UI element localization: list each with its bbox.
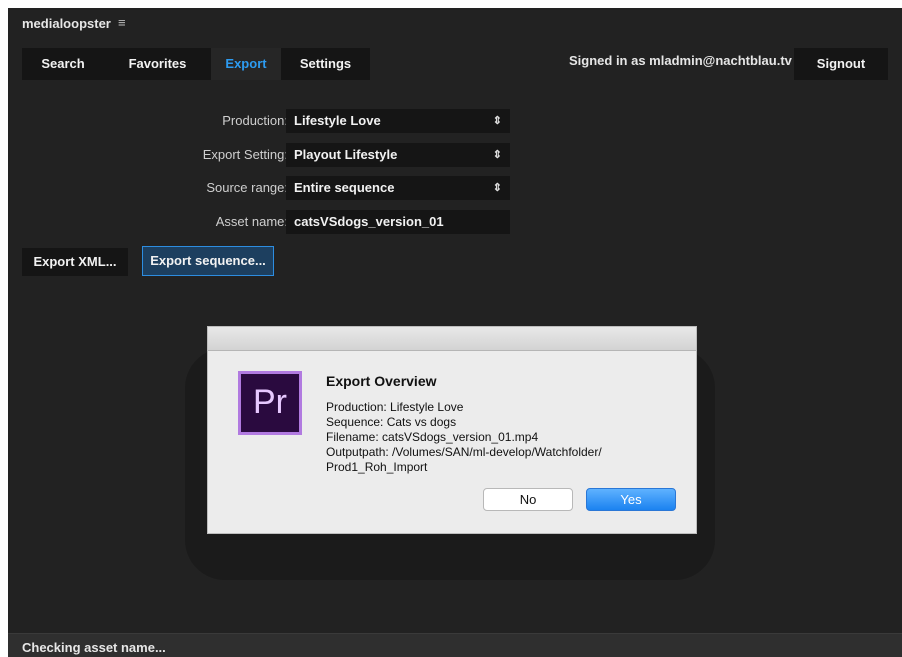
export-setting-label: Export Setting: (202, 147, 288, 162)
premiere-pro-icon: Pr (238, 371, 302, 435)
production-value: Lifestyle Love (294, 113, 381, 128)
export-setting-select[interactable]: Playout Lifestyle ⇕ (286, 143, 510, 167)
select-arrows-glyph: ⇕ (492, 182, 502, 194)
asset-name-input[interactable]: catsVSdogs_version_01 (286, 210, 510, 234)
export-setting-row: Export Setting: Playout Lifestyle ⇕ (8, 143, 528, 167)
production-row: Production: Lifestyle Love ⇕ (8, 109, 528, 133)
status-bar: Checking asset name... (8, 633, 902, 657)
dialog-sequence-line: Sequence: Cats vs dogs (326, 415, 457, 429)
select-arrows-icon: ⇕ (493, 176, 502, 201)
dialog-titlebar (208, 327, 696, 351)
tab-settings[interactable]: Settings (281, 48, 370, 80)
export-xml-button[interactable]: Export XML... (22, 248, 128, 276)
export-sequence-button[interactable]: Export sequence... (142, 246, 274, 276)
dialog-title: Export Overview (326, 373, 437, 389)
dialog-filename-line: Filename: catsVSdogs_version_01.mp4 (326, 430, 539, 444)
status-text: Checking asset name... (22, 640, 166, 655)
source-range-label: Source range: (206, 180, 288, 195)
tab-search[interactable]: Search (22, 48, 104, 80)
source-range-select[interactable]: Entire sequence ⇕ (286, 176, 510, 200)
select-arrows-icon: ⇕ (493, 109, 502, 134)
export-setting-value: Playout Lifestyle (294, 147, 398, 162)
main-tab-bar: Search Favorites Export Settings (22, 48, 370, 80)
asset-name-row: Asset name: catsVSdogs_version_01 (8, 210, 528, 234)
select-arrows-icon: ⇕ (493, 143, 502, 168)
select-arrows-glyph: ⇕ (492, 115, 502, 127)
dialog-outputpath-continued: Prod1_Roh_Import (326, 460, 428, 474)
app-header: medialoopster ≡ (8, 8, 902, 38)
signed-in-status: Signed in as mladmin@nachtblau.tv (569, 53, 792, 68)
source-range-value: Entire sequence (294, 180, 395, 195)
production-label: Production: (222, 113, 288, 128)
export-overview-dialog: Pr Export Overview Production: Lifestyle… (207, 326, 697, 534)
dialog-outputpath-line: Outputpath: /Volumes/SAN/ml-develop/Watc… (326, 445, 602, 459)
signout-button[interactable]: Signout (794, 48, 888, 80)
select-arrows-glyph: ⇕ (492, 149, 502, 161)
production-select[interactable]: Lifestyle Love ⇕ (286, 109, 510, 133)
tab-export[interactable]: Export (211, 48, 281, 80)
tab-favorites[interactable]: Favorites (104, 48, 211, 80)
asset-name-label: Asset name: (215, 214, 288, 229)
no-button[interactable]: No (483, 488, 573, 511)
app-window: medialoopster ≡ Search Favorites Export … (8, 8, 902, 657)
app-title: medialoopster (22, 16, 111, 31)
yes-button[interactable]: Yes (586, 488, 676, 511)
dialog-production-line: Production: Lifestyle Love (326, 400, 464, 414)
hamburger-menu-icon[interactable]: ≡ (118, 15, 126, 30)
source-range-row: Source range: Entire sequence ⇕ (8, 176, 528, 200)
